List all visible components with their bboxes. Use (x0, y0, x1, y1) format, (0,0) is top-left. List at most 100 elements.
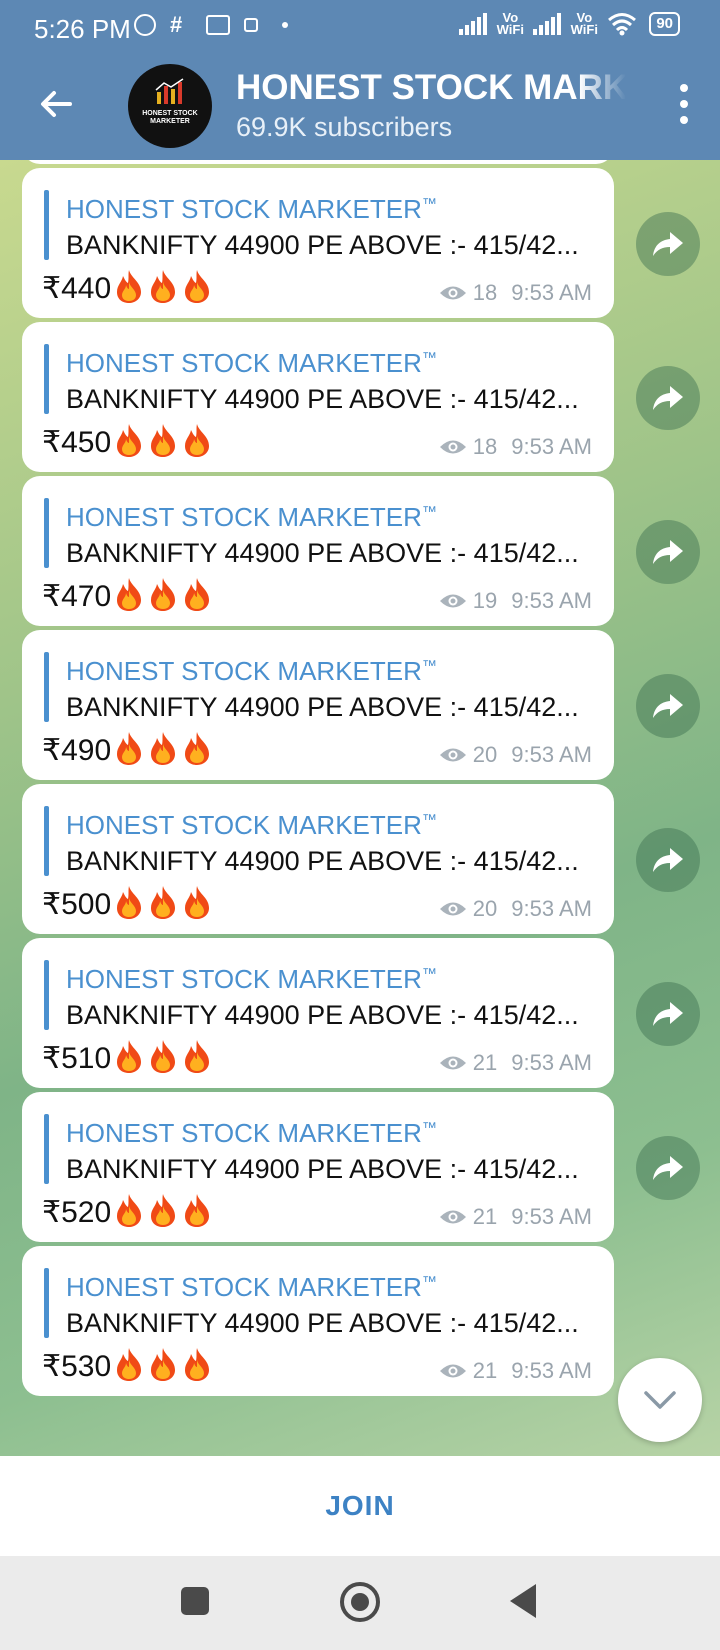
share-button[interactable] (636, 1136, 700, 1200)
message-list[interactable]: ₹435179:53 AM HONEST STOCK MARKETER™ BANKN… (0, 160, 720, 1456)
quote-text[interactable]: BANKNIFTY 44900 PE ABOVE :- 415/42... (66, 384, 579, 415)
share-button[interactable] (636, 520, 700, 584)
join-button[interactable]: JOIN (0, 1490, 720, 1522)
share-button[interactable] (636, 982, 700, 1046)
price-text: ₹440 (42, 272, 112, 305)
system-icons: Vo WiFi Vo WiFi 90 (459, 10, 680, 37)
message-bubble[interactable]: ₹435179:53 AM (22, 160, 614, 164)
status-bar: 5:26 PM # Vo WiFi Vo WiFi 90 (0, 0, 720, 58)
quote-bar (44, 960, 49, 1030)
fire-icon (185, 1194, 210, 1227)
quote-text[interactable]: BANKNIFTY 44900 PE ABOVE :- 415/42... (66, 692, 579, 723)
message-bubble[interactable]: HONEST STOCK MARKETER™ BANKNIFTY 44900 PE… (22, 1246, 614, 1396)
quote-author[interactable]: HONEST STOCK MARKETER™ (66, 1118, 437, 1149)
message-meta: 21 9:53 AM (439, 1358, 592, 1384)
message-text: ₹490 (42, 730, 213, 768)
quote-text[interactable]: BANKNIFTY 44900 PE ABOVE :- 415/42... (66, 1154, 579, 1185)
trademark-symbol: ™ (421, 349, 437, 367)
message-bubble[interactable]: HONEST STOCK MARKETER™ BANKNIFTY 44900 PE… (22, 168, 614, 318)
battery-indicator: 90 (649, 12, 680, 36)
quote-text[interactable]: BANKNIFTY 44900 PE ABOVE :- 415/42... (66, 1000, 579, 1031)
message-meta: 18 9:53 AM (439, 280, 592, 306)
quote-author[interactable]: HONEST STOCK MARKETER™ (66, 810, 437, 841)
quote-text[interactable]: BANKNIFTY 44900 PE ABOVE :- 415/42... (66, 1308, 579, 1339)
fire-icon (151, 270, 176, 303)
subscriber-count: 69.9K subscribers (236, 112, 453, 142)
message-bubble[interactable]: HONEST STOCK MARKETER™ BANKNIFTY 44900 PE… (22, 784, 614, 934)
wifi-icon (608, 13, 637, 36)
message-time: 9:53 AM (511, 280, 592, 305)
vowifi-label-2: Vo WiFi (570, 10, 598, 37)
quote-bar (44, 652, 49, 722)
share-button[interactable] (636, 828, 700, 892)
message-text: ₹510 (42, 1038, 213, 1076)
quote-author[interactable]: HONEST STOCK MARKETER™ (66, 348, 437, 379)
fire-icon (185, 886, 210, 919)
quote-text[interactable]: BANKNIFTY 44900 PE ABOVE :- 415/42... (66, 846, 579, 877)
eye-icon (439, 1210, 466, 1224)
quote-text[interactable]: BANKNIFTY 44900 PE ABOVE :- 415/42... (66, 230, 579, 261)
message-bubble[interactable]: HONEST STOCK MARKETER™ BANKNIFTY 44900 PE… (22, 1092, 614, 1242)
fire-icon (117, 578, 142, 611)
fire-icon (185, 1040, 210, 1073)
message-time: 9:53 AM (511, 434, 592, 459)
fire-icon (151, 578, 176, 611)
price-text: ₹520 (42, 1196, 112, 1229)
trademark-symbol: ™ (421, 195, 437, 213)
message-text: ₹530 (42, 1346, 213, 1384)
fire-icon (185, 270, 210, 303)
quote-author[interactable]: HONEST STOCK MARKETER™ (66, 1272, 437, 1303)
channel-title[interactable]: HONEST STOCK MARKETER™ (236, 68, 626, 108)
share-button[interactable] (636, 674, 700, 738)
channel-header: HONEST STOCK MARKETER HONEST STOCK MARKE… (0, 58, 720, 160)
share-button[interactable] (636, 212, 700, 276)
price-text: ₹510 (42, 1042, 112, 1075)
notification-icons: # (134, 14, 288, 36)
trademark-symbol: ™ (421, 1273, 437, 1291)
quote-bar (44, 190, 49, 260)
quote-author[interactable]: HONEST STOCK MARKETER™ (66, 502, 437, 533)
more-notifications-icon (282, 22, 288, 28)
quote-text[interactable]: BANKNIFTY 44900 PE ABOVE :- 415/42... (66, 538, 579, 569)
quote-bar (44, 344, 49, 414)
eye-icon (439, 594, 466, 608)
quote-author[interactable]: HONEST STOCK MARKETER™ (66, 656, 437, 687)
message-time: 9:53 AM (511, 1050, 592, 1075)
fire-icon (151, 732, 176, 765)
trademark-symbol: ™ (421, 503, 437, 521)
message-bubble[interactable]: HONEST STOCK MARKETER™ BANKNIFTY 44900 PE… (22, 476, 614, 626)
share-arrow-icon (653, 232, 683, 256)
back-button[interactable] (510, 1584, 536, 1618)
trademark-symbol: ™ (421, 965, 437, 983)
avatar-text: HONEST STOCK MARKETER (142, 110, 198, 125)
share-arrow-icon (653, 386, 683, 410)
message-time: 9:53 AM (511, 1204, 592, 1229)
channel-avatar[interactable]: HONEST STOCK MARKETER (128, 64, 212, 148)
price-text: ₹490 (42, 734, 112, 767)
message-bubble[interactable]: HONEST STOCK MARKETER™ BANKNIFTY 44900 PE… (22, 322, 614, 472)
message-bubble[interactable]: HONEST STOCK MARKETER™ BANKNIFTY 44900 PE… (22, 630, 614, 780)
fire-icon (151, 1040, 176, 1073)
price-text: ₹530 (42, 1350, 112, 1383)
join-bar: JOIN (0, 1456, 720, 1556)
more-vertical-icon[interactable] (678, 84, 690, 124)
message-meta: 19 9:53 AM (439, 588, 592, 614)
message-meta: 18 9:53 AM (439, 434, 592, 460)
share-arrow-icon (653, 540, 683, 564)
home-button[interactable] (340, 1582, 380, 1622)
message-bubble[interactable]: HONEST STOCK MARKETER™ BANKNIFTY 44900 PE… (22, 938, 614, 1088)
fire-icon (151, 424, 176, 457)
system-nav-bar (0, 1556, 720, 1650)
view-count: 18 (472, 434, 498, 459)
recents-button[interactable] (181, 1587, 209, 1615)
trademark-symbol: ™ (421, 1119, 437, 1137)
message-meta: 21 9:53 AM (439, 1204, 592, 1230)
quote-author[interactable]: HONEST STOCK MARKETER™ (66, 194, 437, 225)
message-text: ₹440 (42, 268, 213, 306)
arrow-left-icon[interactable] (36, 84, 76, 124)
scroll-down-button[interactable] (618, 1358, 702, 1442)
share-button[interactable] (636, 366, 700, 430)
quote-author[interactable]: HONEST STOCK MARKETER™ (66, 964, 437, 995)
quote-bar (44, 1268, 49, 1338)
signal-icon (459, 13, 488, 35)
